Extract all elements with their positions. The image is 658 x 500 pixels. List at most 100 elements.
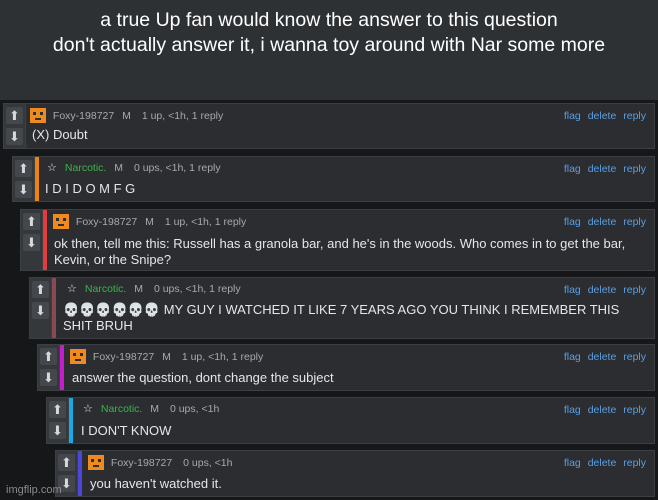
username[interactable]: Narcotic.: [101, 403, 142, 415]
comment: ⬆ ⬇ Foxy-198727 M 1 up, <1h, 1 reply fla…: [37, 344, 655, 391]
caption-header: a true Up fan would know the answer to t…: [0, 0, 658, 100]
comment: ⬆ ⬇ ☆ Narcotic. M 0 ups, <1h, 1 reply fl…: [29, 277, 655, 339]
comment-text: I DON'T KNOW: [81, 423, 172, 438]
reply-link[interactable]: reply: [623, 216, 646, 228]
comment-actions: flag delete reply: [560, 350, 646, 364]
comment-header: Foxy-198727 M 1 up, <1h, 1 reply: [53, 214, 246, 229]
comment-text: answer the question, dont change the sub…: [72, 370, 334, 385]
delete-link[interactable]: delete: [588, 110, 617, 122]
thread-depth-stripe: [69, 398, 73, 443]
upvote-arrow-icon[interactable]: ⬆: [40, 348, 57, 365]
comment-thread: ⬆ ⬇ Foxy-198727 M 1 up, <1h, 1 reply fla…: [0, 100, 658, 500]
delete-link[interactable]: delete: [588, 351, 617, 363]
downvote-arrow-icon[interactable]: ⬇: [49, 422, 66, 439]
reply-link[interactable]: reply: [623, 404, 646, 416]
mod-badge: M: [162, 351, 171, 363]
flag-link[interactable]: flag: [564, 351, 581, 363]
flag-link[interactable]: flag: [564, 163, 581, 175]
comment-stats: 0 ups, <1h, 1 reply: [133, 162, 221, 174]
mod-badge: M: [145, 216, 154, 228]
comment-actions: flag delete reply: [560, 403, 646, 417]
thread-depth-stripe: [52, 278, 56, 338]
imgflip-watermark: imgflip.com: [6, 484, 62, 496]
comment-actions: flag delete reply: [560, 109, 646, 123]
comment-actions: flag delete reply: [560, 283, 646, 297]
delete-link[interactable]: delete: [588, 216, 617, 228]
comment-header: ☆ Narcotic. M 0 ups, <1h, 1 reply: [47, 161, 221, 175]
star-icon: ☆: [67, 283, 77, 295]
username[interactable]: Narcotic.: [85, 283, 126, 295]
vote-column: ⬆ ⬇: [38, 345, 60, 390]
comment-actions: flag delete reply: [560, 215, 646, 229]
comment-stats: 0 ups, <1h: [183, 457, 233, 469]
comment: ⬆ ⬇ ☆ Narcotic. M 0 ups, <1h flag delete…: [46, 397, 655, 444]
comment-header: Foxy-198727 0 ups, <1h: [88, 455, 232, 470]
vote-column: ⬆ ⬇: [21, 210, 43, 270]
vote-column: ⬆ ⬇: [30, 278, 52, 338]
caption-line-2: don't actually answer it, i wanna toy ar…: [52, 34, 606, 56]
flag-link[interactable]: flag: [564, 284, 581, 296]
upvote-arrow-icon[interactable]: ⬆: [23, 213, 40, 230]
comment-stats: 0 ups, <1h: [169, 403, 220, 415]
username[interactable]: Narcotic.: [65, 162, 106, 174]
foxy-avatar-icon: [30, 108, 46, 123]
comment: ⬆ ⬇ Foxy-198727 M 1 up, <1h, 1 reply fla…: [3, 103, 655, 149]
delete-link[interactable]: delete: [588, 457, 617, 469]
flag-link[interactable]: flag: [564, 216, 581, 228]
foxy-avatar-icon: [70, 349, 86, 364]
comment-header: ☆ Narcotic. M 0 ups, <1h, 1 reply: [67, 282, 241, 296]
caption-line-1: a true Up fan would know the answer to t…: [100, 9, 558, 31]
star-icon: ☆: [83, 403, 93, 415]
reply-link[interactable]: reply: [623, 110, 646, 122]
comment: ⬆ ⬇ Foxy-198727 0 ups, <1h flag delete r…: [55, 450, 655, 497]
reply-link[interactable]: reply: [623, 351, 646, 363]
downvote-arrow-icon[interactable]: ⬇: [6, 128, 23, 145]
upvote-arrow-icon[interactable]: ⬆: [32, 281, 49, 298]
flag-link[interactable]: flag: [564, 404, 581, 416]
comment: ⬆ ⬇ ☆ Narcotic. M 0 ups, <1h, 1 reply fl…: [12, 156, 655, 202]
reply-link[interactable]: reply: [623, 284, 646, 296]
delete-link[interactable]: delete: [588, 404, 617, 416]
username[interactable]: Foxy-198727: [53, 110, 114, 122]
reply-link[interactable]: reply: [623, 457, 646, 469]
downvote-arrow-icon[interactable]: ⬇: [40, 369, 57, 386]
mod-badge: M: [114, 162, 124, 174]
username[interactable]: Foxy-198727: [76, 216, 137, 228]
upvote-arrow-icon[interactable]: ⬆: [49, 401, 66, 418]
upvote-arrow-icon[interactable]: ⬆: [15, 160, 32, 177]
comment-text: I D I D O M F G: [45, 181, 136, 196]
comment-header: Foxy-198727 M 1 up, <1h, 1 reply: [70, 349, 263, 364]
star-icon: ☆: [47, 162, 57, 174]
upvote-arrow-icon[interactable]: ⬆: [58, 454, 75, 471]
comment-text: 💀💀💀💀💀💀 MY GUY I WATCHED IT LIKE 7 YEARS …: [63, 302, 620, 333]
foxy-avatar-icon: [88, 455, 104, 470]
comment-stats: 1 up, <1h, 1 reply: [164, 216, 247, 228]
comment-text: (X) Doubt: [32, 127, 88, 142]
foxy-avatar-icon: [53, 214, 69, 229]
downvote-arrow-icon[interactable]: ⬇: [32, 302, 49, 319]
comment-stats: 1 up, <1h, 1 reply: [141, 110, 224, 122]
thread-depth-stripe: [43, 210, 47, 270]
vote-column: ⬆ ⬇: [4, 104, 26, 148]
username[interactable]: Foxy-198727: [111, 457, 172, 469]
delete-link[interactable]: delete: [588, 284, 617, 296]
comment-stats: 0 ups, <1h, 1 reply: [153, 283, 241, 295]
flag-link[interactable]: flag: [564, 457, 581, 469]
meme-page: a true Up fan would know the answer to t…: [0, 0, 658, 500]
thread-depth-stripe: [78, 451, 82, 496]
comment-stats: 1 up, <1h, 1 reply: [181, 351, 264, 363]
mod-badge: M: [134, 283, 144, 295]
downvote-arrow-icon[interactable]: ⬇: [15, 181, 32, 198]
thread-depth-stripe: [35, 157, 39, 201]
comment-header: ☆ Narcotic. M 0 ups, <1h: [83, 402, 219, 416]
username[interactable]: Foxy-198727: [93, 351, 154, 363]
reply-link[interactable]: reply: [623, 163, 646, 175]
comment: ⬆ ⬇ Foxy-198727 M 1 up, <1h, 1 reply fla…: [20, 209, 655, 271]
comment-actions: flag delete reply: [560, 162, 646, 176]
delete-link[interactable]: delete: [588, 163, 617, 175]
vote-column: ⬆ ⬇: [13, 157, 35, 201]
upvote-arrow-icon[interactable]: ⬆: [6, 107, 23, 124]
mod-badge: M: [150, 403, 160, 415]
downvote-arrow-icon[interactable]: ⬇: [23, 234, 40, 251]
flag-link[interactable]: flag: [564, 110, 581, 122]
